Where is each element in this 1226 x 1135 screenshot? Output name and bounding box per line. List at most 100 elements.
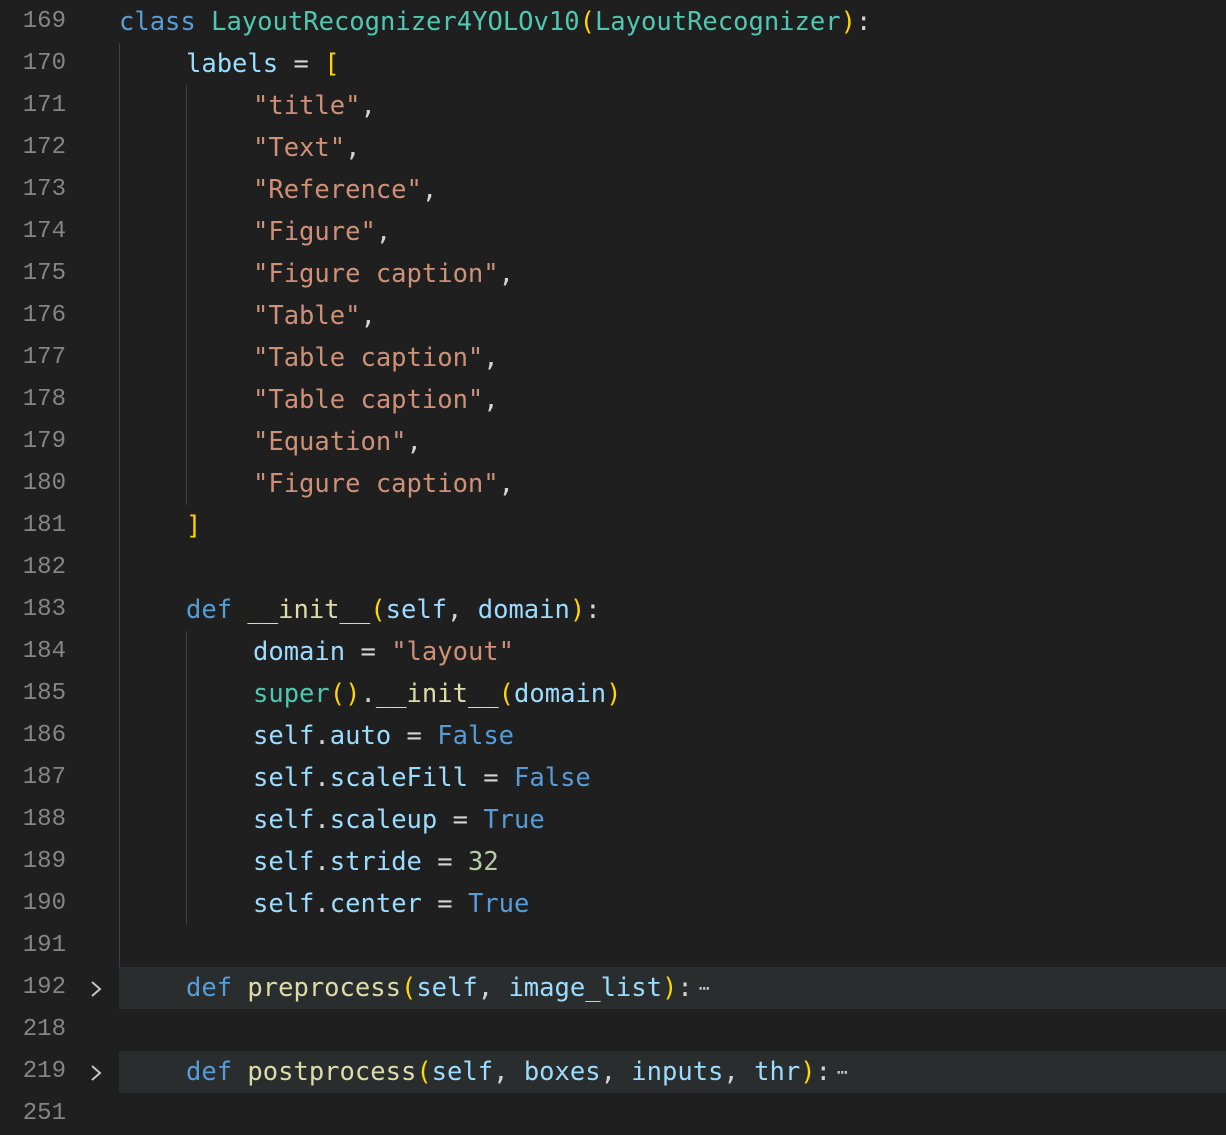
- code-line[interactable]: 182: [0, 547, 1226, 589]
- code-editor[interactable]: 169 class LayoutRecognizer4YOLOv10(Layout…: [0, 0, 1226, 1127]
- code-token: ,: [360, 91, 376, 121]
- code-line[interactable]: 191: [0, 925, 1226, 967]
- code-text: ]: [186, 505, 201, 547]
- code-text: class LayoutRecognizer4YOLOv10(LayoutRec…: [119, 1, 871, 43]
- line-number: 171: [22, 92, 66, 119]
- code-token: inputs: [631, 1057, 724, 1087]
- ellipsis-icon[interactable]: ⋯: [837, 1062, 848, 1083]
- code-token: .: [314, 847, 330, 877]
- code-line[interactable]: 185 super().__init__(domain): [0, 673, 1226, 715]
- code-token: =: [467, 763, 515, 793]
- code-token: LayoutRecognizer4YOLOv10: [211, 7, 580, 37]
- chevron-right-icon[interactable]: [84, 967, 108, 1009]
- line-number: 174: [22, 218, 66, 245]
- code-line[interactable]: 176 "Table",: [0, 295, 1226, 337]
- line-number: 169: [22, 8, 66, 35]
- chevron-right-icon[interactable]: [84, 1051, 108, 1093]
- code-line[interactable]: 187 self.scaleFill = False: [0, 757, 1226, 799]
- code-token: =: [437, 805, 484, 835]
- code-token: ): [661, 973, 678, 1003]
- code-line[interactable]: 171 "title",: [0, 85, 1226, 127]
- line-number: 175: [22, 260, 66, 287]
- code-token: preprocess: [247, 973, 401, 1003]
- code-token: True: [483, 805, 545, 835]
- code-token: ,: [498, 469, 514, 499]
- code-line[interactable]: 251: [0, 1093, 1226, 1135]
- code-token: self: [385, 595, 448, 625]
- code-line[interactable]: 183 def __init__(self, domain):: [0, 589, 1226, 631]
- indent-guide: [186, 85, 187, 505]
- code-token: "Figure caption": [253, 259, 499, 289]
- code-text: "Figure",: [253, 211, 391, 253]
- code-token: def: [186, 595, 248, 625]
- line-number: 190: [22, 890, 66, 917]
- code-token: :: [855, 7, 872, 37]
- code-line[interactable]: 189 self.stride = 32: [0, 841, 1226, 883]
- code-token: (: [400, 973, 417, 1003]
- code-token: ): [606, 679, 622, 709]
- code-line[interactable]: 188 self.scaleup = True: [0, 799, 1226, 841]
- code-token: __init__: [375, 679, 499, 709]
- code-line[interactable]: 190 self.center = True: [0, 883, 1226, 925]
- code-token: .: [314, 805, 330, 835]
- code-token: True: [467, 889, 530, 919]
- code-line[interactable]: 173 "Reference",: [0, 169, 1226, 211]
- code-text: self.auto = False: [253, 715, 514, 757]
- code-token: ,: [483, 343, 499, 373]
- line-number: 251: [22, 1100, 66, 1127]
- code-token: 32: [467, 847, 499, 877]
- line-number: 176: [22, 302, 66, 329]
- code-line[interactable]: 179 "Equation",: [0, 421, 1226, 463]
- code-token: ,: [345, 133, 361, 163]
- code-token: "Table caption": [253, 385, 484, 415]
- folded-code-line[interactable]: 219 def postprocess(self, boxes, inputs, …: [0, 1051, 1226, 1093]
- code-line[interactable]: 169 class LayoutRecognizer4YOLOv10(Layout…: [0, 1, 1226, 43]
- code-token: ]: [186, 511, 202, 541]
- code-line[interactable]: 170 labels = [: [0, 43, 1226, 85]
- code-token: "layout": [391, 637, 515, 667]
- code-text: super().__init__(domain): [253, 673, 622, 715]
- code-line[interactable]: 177 "Table caption",: [0, 337, 1226, 379]
- code-token: (: [370, 595, 386, 625]
- code-text: self.center = True: [253, 883, 529, 925]
- code-token: self: [253, 763, 315, 793]
- code-text: def preprocess(self, image_list): ⋯: [186, 967, 710, 1010]
- line-number: 186: [22, 722, 66, 749]
- code-token: "Equation": [253, 427, 407, 457]
- code-text: "Figure caption",: [253, 463, 514, 505]
- code-line[interactable]: 180 "Figure caption",: [0, 463, 1226, 505]
- code-line[interactable]: 181]: [0, 505, 1226, 547]
- line-number: 188: [22, 806, 66, 833]
- code-line[interactable]: 174 "Figure",: [0, 211, 1226, 253]
- code-text: def __init__(self, domain):: [186, 589, 601, 631]
- code-token: self: [253, 847, 315, 877]
- code-line[interactable]: 172 "Text",: [0, 127, 1226, 169]
- code-text: self.scaleFill = False: [253, 757, 591, 799]
- code-text: "Table",: [253, 295, 376, 337]
- code-token: LayoutRecognizer: [594, 7, 841, 37]
- line-number: 182: [22, 554, 66, 581]
- code-token: =: [421, 847, 468, 877]
- code-text: def postprocess(self, boxes, inputs, thr…: [186, 1051, 848, 1094]
- code-token: def: [186, 973, 248, 1003]
- line-number: 219: [22, 1058, 66, 1085]
- code-token: labels: [186, 49, 279, 79]
- code-token: False: [514, 763, 591, 793]
- code-token: ,: [483, 385, 499, 415]
- line-number: 185: [22, 680, 66, 707]
- code-token: def: [186, 1057, 248, 1087]
- code-token: .: [360, 679, 376, 709]
- code-line[interactable]: 218: [0, 1009, 1226, 1051]
- ellipsis-icon[interactable]: ⋯: [699, 978, 710, 999]
- code-text: "Table caption",: [253, 379, 499, 421]
- line-number: 177: [22, 344, 66, 371]
- code-token: ,: [375, 217, 392, 247]
- code-token: "title": [253, 91, 361, 121]
- code-line[interactable]: 184 domain = "layout": [0, 631, 1226, 673]
- folded-code-line[interactable]: 192 def preprocess(self, image_list): ⋯: [0, 967, 1226, 1009]
- code-token: (: [498, 679, 515, 709]
- code-line[interactable]: 175 "Figure caption",: [0, 253, 1226, 295]
- code-token: ): [569, 595, 586, 625]
- code-line[interactable]: 186 self.auto = False: [0, 715, 1226, 757]
- code-line[interactable]: 178 "Table caption",: [0, 379, 1226, 421]
